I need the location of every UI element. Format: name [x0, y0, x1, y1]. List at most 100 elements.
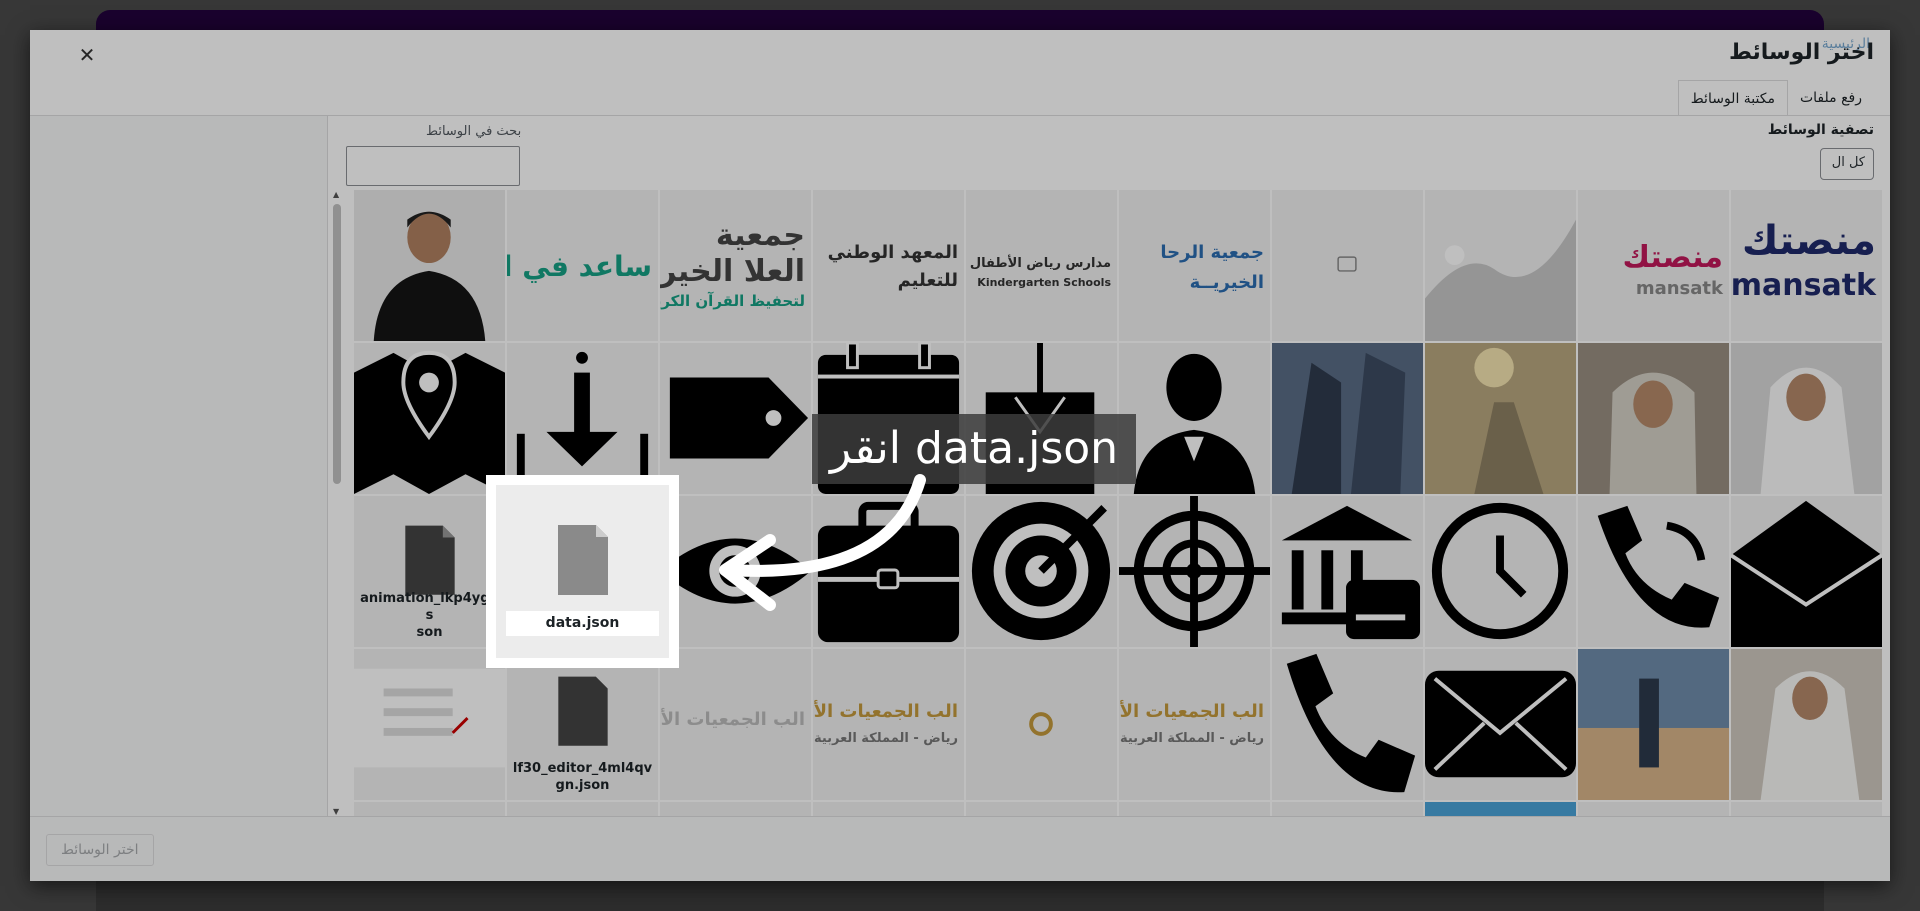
media-item[interactable] — [1271, 648, 1424, 801]
logo-emblem-icon — [1029, 712, 1053, 736]
media-item[interactable] — [1424, 801, 1577, 816]
city-skyline-photo — [1578, 649, 1729, 800]
media-item[interactable] — [965, 801, 1118, 816]
media-item[interactable] — [1730, 495, 1883, 648]
media-item[interactable] — [353, 648, 506, 801]
crosshair-icon — [1119, 496, 1270, 647]
grid-scrollbar[interactable]: ▲ ▼ — [331, 190, 343, 816]
media-item[interactable]: جمعية العلا الخير لتحفيظ القرآن الكريم — [659, 189, 812, 342]
media-item[interactable] — [965, 495, 1118, 648]
download-icon — [516, 351, 649, 484]
media-item[interactable]: منصتك mansatk — [1577, 189, 1730, 342]
media-item[interactable] — [1424, 495, 1577, 648]
clock-icon — [1431, 502, 1569, 640]
data-json-tile[interactable]: data.json — [506, 495, 659, 648]
search-input[interactable] — [346, 146, 520, 186]
media-item[interactable] — [1118, 342, 1271, 495]
logo-text: جمعية — [715, 218, 805, 253]
media-item[interactable]: animation_lkp4ygqs son — [353, 495, 506, 648]
modal-title: اختر الوسائط — [1728, 40, 1874, 65]
logo-text: Kindergarten Schools — [977, 276, 1111, 289]
media-item[interactable] — [1424, 648, 1577, 801]
buildings-photo — [1272, 343, 1423, 494]
image-placeholder-icon — [1337, 256, 1357, 272]
media-item[interactable]: الب الجمعيات الأهلية — [659, 648, 812, 801]
man-portrait-photo — [1731, 343, 1882, 494]
file-name: lf30_editor_4ml4qvgn.json — [512, 761, 653, 793]
modal-tabs: رفع ملفات مكتبة الوسائط — [1677, 80, 1874, 116]
close-icon[interactable]: ✕ — [74, 42, 100, 68]
media-item[interactable] — [1118, 801, 1271, 816]
media-item[interactable]: الب الجمعيات الأهلية رياض - المملكة العر… — [1118, 648, 1271, 801]
search-label: بحث في الوسائط — [426, 124, 522, 139]
logo-text: الب الجمعيات الأهلية — [660, 709, 805, 730]
media-item[interactable] — [1577, 801, 1730, 816]
filter-label: تصفية الوسائط — [1767, 122, 1874, 138]
media-type-select[interactable]: كل ال — [1820, 148, 1874, 180]
attachment-details-sidebar — [30, 116, 328, 816]
media-item[interactable] — [1577, 342, 1730, 495]
media-item[interactable] — [812, 801, 965, 816]
media-item[interactable]: المعهد الوطني للتعليم — [812, 189, 965, 342]
media-item[interactable] — [659, 801, 812, 816]
media-item[interactable]: منصتك mansatk — [1730, 189, 1883, 342]
media-item[interactable] — [1271, 801, 1424, 816]
modal-footer: اختر الوسائط — [30, 817, 1890, 881]
media-item[interactable] — [1730, 648, 1883, 801]
scroll-down-icon[interactable]: ▼ — [333, 807, 339, 816]
logo-text: mansatk — [1730, 268, 1876, 303]
media-item[interactable] — [353, 801, 506, 816]
logo-text: mansatk — [1635, 278, 1723, 299]
user-icon — [1133, 353, 1256, 494]
media-item[interactable] — [1577, 648, 1730, 801]
media-item[interactable] — [353, 189, 506, 342]
image-placeholder-icon — [1425, 219, 1576, 341]
curved-arrow-icon — [719, 474, 926, 611]
media-item[interactable] — [1424, 342, 1577, 495]
logo-text: رياض - المملكة العربية — [1119, 731, 1264, 746]
logo-text: منصتك — [1622, 240, 1723, 275]
media-item[interactable] — [1730, 801, 1883, 816]
media-item[interactable]: مدارس رياض الأطفال Kindergarten Schools — [965, 189, 1118, 342]
map-pin-icon — [354, 350, 505, 494]
media-item[interactable]: lf30_editor_4ml4qvgn.json — [506, 648, 659, 801]
media-item[interactable] — [353, 342, 506, 495]
media-item[interactable] — [1118, 495, 1271, 648]
tutorial-highlight[interactable]: data.json — [486, 475, 679, 668]
form-screenshot — [354, 668, 505, 768]
man-portrait-photo — [1578, 343, 1729, 494]
media-item[interactable]: ساعد في ال — [506, 189, 659, 342]
logo-text: مدارس رياض الأطفال — [969, 256, 1111, 271]
media-item[interactable] — [506, 801, 659, 816]
bank-icon — [1281, 505, 1421, 640]
phone-icon — [1597, 505, 1720, 628]
media-item[interactable] — [1730, 342, 1883, 495]
mail-icon — [1425, 670, 1576, 778]
logo-text: لتحفيظ القرآن الكريم — [659, 292, 805, 310]
media-item[interactable] — [1271, 189, 1424, 342]
open-mail-icon — [1731, 500, 1882, 647]
tab-media-library[interactable]: مكتبة الوسائط — [1677, 80, 1788, 116]
media-item[interactable] — [1271, 342, 1424, 495]
media-item[interactable] — [1271, 495, 1424, 648]
tab-upload-files[interactable]: رفع ملفات — [1788, 80, 1874, 116]
scroll-up-icon[interactable]: ▲ — [333, 190, 339, 199]
media-item[interactable]: جمعية الرحا الخيريــة — [1118, 189, 1271, 342]
file-name: animation_lkp4ygqs son — [360, 591, 499, 640]
media-item[interactable] — [506, 342, 659, 495]
logo-text: المعهد الوطني — [827, 242, 958, 263]
media-item[interactable]: الب الجمعيات الأهلية رياض - المملكة العر… — [812, 648, 965, 801]
logo-text: ساعد في ال — [507, 250, 652, 283]
select-media-button[interactable]: اختر الوسائط — [46, 834, 154, 866]
phone-icon — [1286, 653, 1416, 793]
media-item[interactable] — [1424, 189, 1577, 342]
scroll-thumb[interactable] — [333, 204, 341, 484]
logo-text: الب الجمعيات الأهلية — [813, 701, 958, 722]
media-item[interactable] — [965, 648, 1118, 801]
target-icon — [971, 501, 1111, 641]
logo-text: للتعليم — [897, 270, 958, 291]
file-name: data.json — [506, 611, 659, 636]
media-item[interactable] — [1577, 495, 1730, 648]
portrait-photo — [354, 190, 505, 341]
logo-text: منصتك — [1741, 218, 1876, 264]
